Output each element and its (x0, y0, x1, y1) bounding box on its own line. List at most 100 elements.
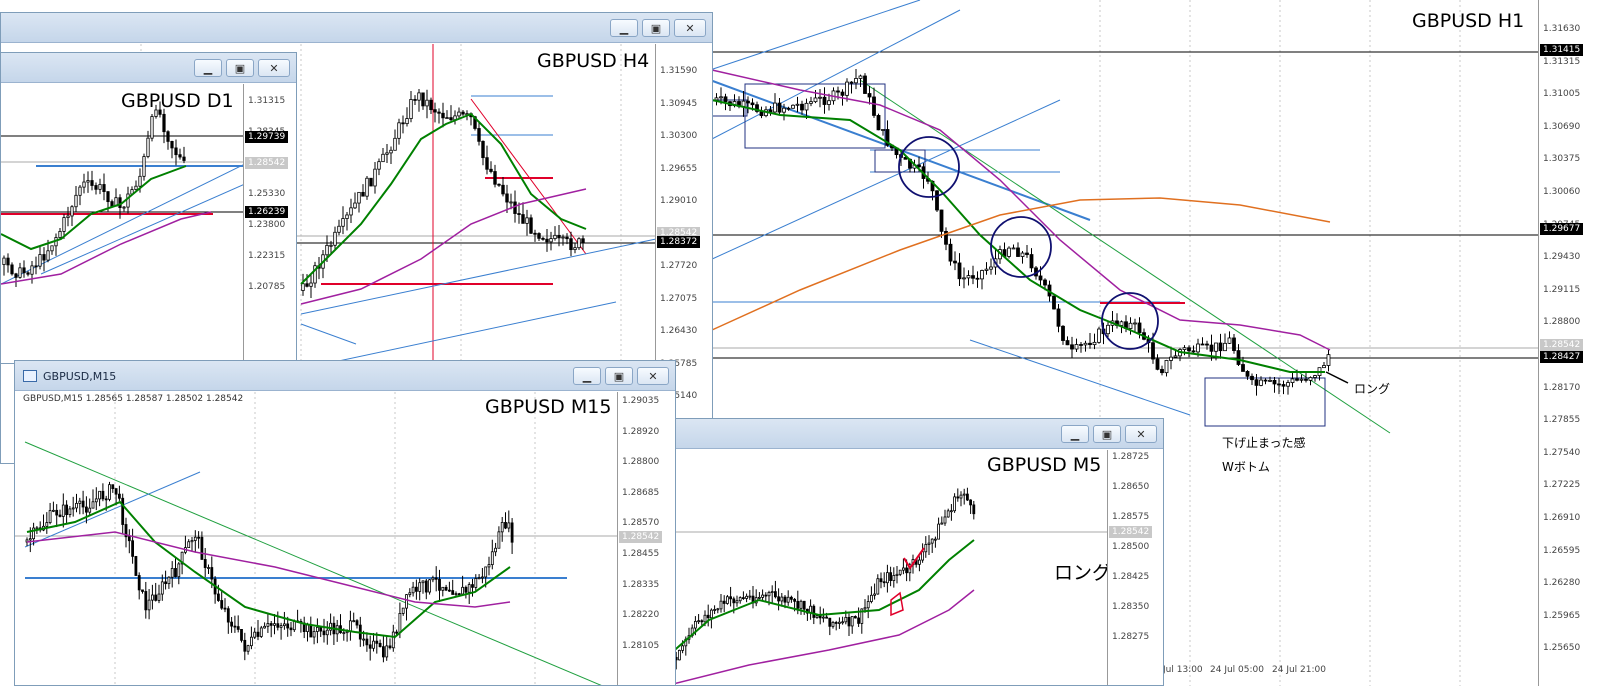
m5-titlebar[interactable]: ▁ ▣ ✕ (669, 419, 1163, 449)
h1-candle-body (1011, 247, 1016, 250)
m15-candle-body (292, 620, 296, 631)
h4-restore-button[interactable]: ▣ (642, 19, 670, 37)
d1-close-button[interactable]: ✕ (258, 59, 290, 77)
m15-price-axis[interactable]: 1.29035 1.28920 1.28800 1.28685 1.28570 1.284… (617, 392, 675, 685)
m15-chart-svg (15, 392, 618, 685)
m15-titlebar[interactable]: GBPUSD,M15 ▁ ▣ ✕ (15, 361, 675, 391)
m5-minimize-button[interactable]: ▁ (1061, 425, 1089, 443)
h1-candle-body (858, 75, 863, 79)
m5-plot-area[interactable]: GBPUSD M5 ロングするもすぐ決済 (669, 450, 1163, 685)
m5-candle-body (758, 596, 761, 599)
h1-candle-body (1074, 344, 1079, 350)
m15-candle-body (164, 581, 168, 585)
m15-candle-body (65, 504, 68, 515)
m5-candle-body (873, 593, 877, 596)
d1-minimize-button[interactable]: ▁ (194, 59, 222, 77)
m5-candle-body (850, 616, 854, 627)
h1-price-tick: 1.26595 (1543, 545, 1581, 556)
h1-candle-body (1083, 342, 1088, 346)
m5-candle-body (786, 596, 790, 603)
m5-chart-svg (669, 487, 1109, 685)
m15-candle-body (381, 646, 385, 658)
m15-plot-area[interactable]: GBPUSD,M15 1.28565 1.28587 1.28502 1.285… (15, 392, 675, 685)
h4-candle-body (345, 214, 349, 219)
m5-candle-body (882, 581, 886, 584)
m5-candle-body (933, 538, 937, 541)
h4-candle-body (401, 122, 405, 125)
h1-price-tag: 1.28542 (1540, 339, 1584, 351)
m15-candle-body (401, 607, 405, 614)
m5-candle-body (732, 598, 736, 604)
h4-fan-line (470, 98, 587, 255)
h1-candle-body (1056, 308, 1061, 327)
d1-candle-body (150, 116, 154, 139)
m15-candle-body (118, 493, 121, 499)
m15-candle-body (306, 624, 309, 632)
h4-candle-body (341, 218, 345, 227)
h1-candle-body (872, 96, 876, 116)
m15-price-tick: 1.28105 (622, 640, 660, 651)
d1-titlebar[interactable]: ▁ ▣ ✕ (1, 53, 296, 83)
h4-price-tick: 1.26430 (660, 326, 698, 336)
m15-candle-body (174, 568, 177, 578)
h4-candle-body (301, 283, 305, 291)
m15-candle-body (282, 623, 286, 627)
m5-candle-body (857, 617, 861, 624)
h4-candle-body (429, 99, 433, 111)
d1-candle-body (178, 154, 182, 158)
h4-candle-body (417, 92, 421, 101)
m15-candle-body (421, 580, 425, 584)
m5-candle-body (924, 544, 928, 553)
d1-candle-body (142, 156, 146, 177)
d1-candle-body (22, 267, 26, 274)
m15-minimize-button[interactable]: ▁ (573, 367, 601, 385)
m15-restore-button[interactable]: ▣ (605, 367, 633, 385)
m15-candle-body (365, 638, 369, 646)
chart-window-d1[interactable]: ▁ ▣ ✕ GBPUSD D1 1.313151.283451.268151.2… (0, 52, 297, 364)
h4-candle-body (505, 193, 509, 203)
h1-candle-body (881, 129, 885, 131)
m5-candle-body (972, 504, 976, 515)
d1-candle-body (138, 175, 142, 187)
m15-candle-body (167, 576, 171, 585)
h1-price-tick: 1.27540 (1543, 447, 1581, 458)
m15-candle-body (111, 484, 115, 490)
m15-candle-body (243, 639, 247, 652)
chart-window-m5[interactable]: ▁ ▣ ✕ GBPUSD M5 ロングするもすぐ決済 1.28725 1.2865… (668, 418, 1164, 686)
h4-close-button[interactable]: ✕ (674, 19, 706, 37)
m15-close-button[interactable]: ✕ (637, 367, 669, 385)
m15-price-tag: 1.28542 (619, 531, 663, 543)
m5-close-button[interactable]: ✕ (1125, 425, 1157, 443)
m5-restore-button[interactable]: ▣ (1093, 425, 1121, 443)
h1-candle-body (1209, 344, 1214, 352)
h1-candle-body (971, 275, 975, 279)
m5-candle-body (969, 499, 973, 506)
h1-time-tick: 24 Jul 05:00 (1210, 665, 1264, 675)
h4-minimize-button[interactable]: ▁ (610, 19, 638, 37)
h4-candle-body (437, 111, 441, 114)
d1-price-axis[interactable]: 1.313151.283451.268151.253301.238001.223… (243, 84, 296, 363)
m5-candle-body (834, 622, 838, 624)
m15-candle-body (45, 522, 49, 527)
h4-candle-body (409, 99, 413, 119)
h4-candle-body (349, 207, 353, 216)
h4-candle-body (569, 238, 573, 251)
m5-price-axis[interactable]: 1.28725 1.28650 1.28575 1.28500 1.28425 1.283… (1107, 450, 1163, 685)
d1-candle-body (110, 201, 114, 207)
d1-ma-fast (1, 165, 187, 251)
m5-candle-body (825, 616, 829, 619)
h1-candle-body (1259, 379, 1263, 386)
m15-candle-body (441, 586, 445, 591)
h1-candle-body (750, 102, 755, 106)
m15-candle-body (315, 626, 319, 632)
h1-candle-body (1326, 354, 1331, 366)
h4-titlebar[interactable]: ▁ ▣ ✕ (1, 13, 712, 43)
h1-price-axis[interactable]: 1.31630 1.31315 1.31005 1.30690 1.30375 1.300… (1538, 0, 1603, 686)
chart-window-m15[interactable]: GBPUSD,M15 ▁ ▣ ✕ GBPUSD,M15 1.28565 1.28… (14, 360, 676, 686)
m5-candle-body (962, 493, 966, 496)
h1-candle-body (773, 102, 777, 113)
m5-candle-body (905, 567, 909, 574)
m15-price-tick: 1.28800 (622, 457, 660, 468)
m15-candle-body (325, 629, 329, 636)
d1-restore-button[interactable]: ▣ (226, 59, 254, 77)
